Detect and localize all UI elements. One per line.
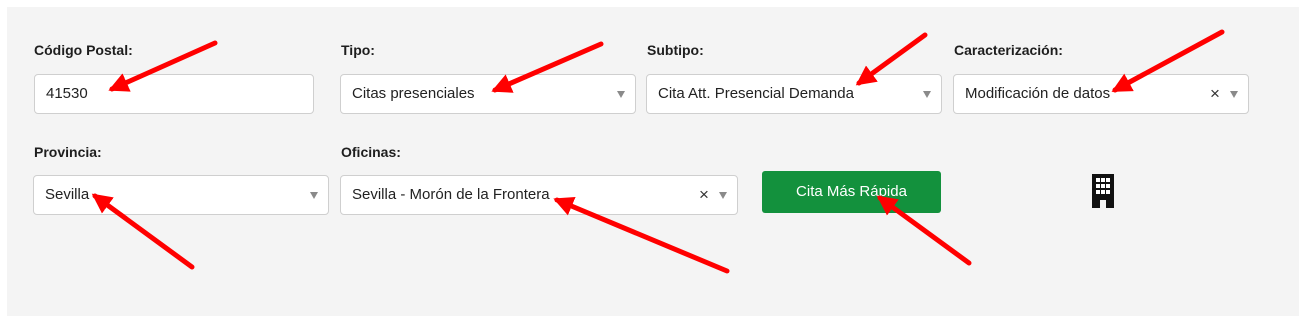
tipo-label: Tipo: bbox=[341, 42, 375, 58]
codigo-postal-label: Código Postal: bbox=[34, 42, 133, 58]
subtipo-selected-value: Cita Att. Presencial Demanda bbox=[658, 85, 854, 102]
provincia-selected-value: Sevilla bbox=[45, 186, 90, 203]
close-icon[interactable]: × bbox=[699, 176, 709, 214]
subtipo-label: Subtipo: bbox=[647, 42, 704, 58]
chevron-down-icon[interactable] bbox=[719, 192, 727, 199]
cita-mas-rapida-button[interactable]: Cita Más Rápida bbox=[762, 171, 941, 213]
chevron-down-icon[interactable] bbox=[310, 192, 318, 199]
provincia-label: Provincia: bbox=[34, 144, 102, 160]
codigo-postal-field[interactable] bbox=[34, 74, 314, 114]
chevron-down-icon[interactable] bbox=[1230, 91, 1238, 98]
oficinas-selected-value: Sevilla - Morón de la Frontera bbox=[352, 186, 550, 203]
close-icon[interactable]: × bbox=[1210, 75, 1220, 113]
chevron-down-icon[interactable] bbox=[617, 91, 625, 98]
chevron-down-icon[interactable] bbox=[923, 91, 931, 98]
building-icon bbox=[1092, 174, 1114, 208]
subtipo-select[interactable]: Cita Att. Presencial Demanda bbox=[646, 74, 942, 114]
tipo-select[interactable]: Citas presenciales bbox=[340, 74, 636, 114]
caracterizacion-select[interactable]: Modificación de datos × bbox=[953, 74, 1249, 114]
caracterizacion-selected-value: Modificación de datos bbox=[965, 85, 1111, 102]
tipo-selected-value: Citas presenciales bbox=[352, 85, 475, 102]
oficinas-select[interactable]: Sevilla - Morón de la Frontera × bbox=[340, 175, 738, 215]
caracterizacion-label: Caracterización: bbox=[954, 42, 1063, 58]
codigo-postal-input[interactable] bbox=[46, 75, 246, 113]
oficinas-label: Oficinas: bbox=[341, 144, 401, 160]
provincia-select[interactable]: Sevilla bbox=[33, 175, 329, 215]
